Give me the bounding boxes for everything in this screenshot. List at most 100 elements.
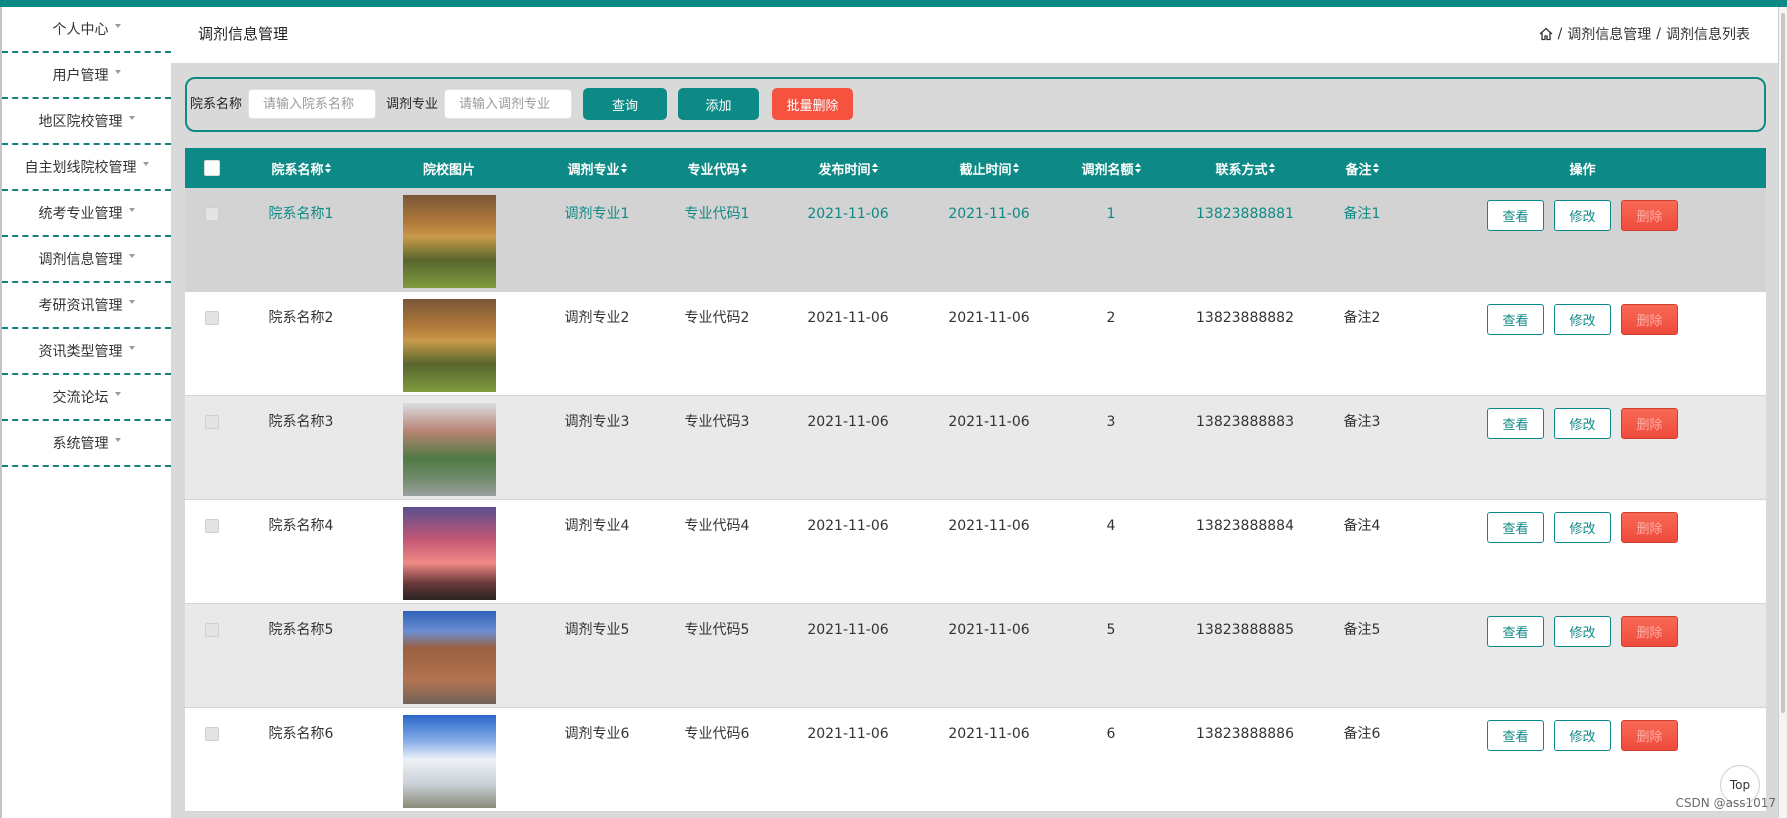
view-button[interactable]: 查看 [1487,200,1544,231]
view-button[interactable]: 查看 [1487,512,1544,543]
campus-photo [402,611,496,704]
sort-icon[interactable] [871,163,878,173]
cell-contact: 13823888886 [1196,726,1294,742]
row-checkbox[interactable] [205,415,219,429]
view-button[interactable]: 查看 [1487,408,1544,439]
cell-publish-date: 2021-11-06 [807,310,889,326]
caret-down-icon [114,70,121,74]
delete-button[interactable]: 删除 [1621,720,1678,751]
table-row[interactable]: 院系名称5 调剂专业5 专业代码5 2021-11-06 2021-11-06 … [185,604,1766,708]
photo-cell [363,396,535,499]
edit-button[interactable]: 修改 [1554,616,1611,647]
column-header-college-name[interactable]: 院系名称 [239,148,363,188]
cell-publish-date: 2021-11-06 [807,206,889,222]
cell-remark: 备注5 [1343,622,1381,638]
sidebar-item-unified-exam-major-management[interactable]: 统考专业管理 [2,191,171,237]
caret-down-icon [128,254,135,258]
cell-contact: 13823888885 [1196,622,1294,638]
sort-icon[interactable] [620,163,627,173]
edit-button[interactable]: 修改 [1554,512,1611,543]
table-row[interactable]: 院系名称4 调剂专业4 专业代码4 2021-11-06 2021-11-06 … [185,500,1766,604]
sidebar-item-system-management[interactable]: 系统管理 [2,421,171,467]
view-button[interactable]: 查看 [1487,304,1544,335]
edit-button[interactable]: 修改 [1554,304,1611,335]
sidebar-item-user-management[interactable]: 用户管理 [2,53,171,99]
row-checkbox[interactable] [205,727,219,741]
cell-remark: 备注1 [1343,206,1381,222]
breadcrumb-item-current: 调剂信息列表 [1666,27,1750,43]
table-row[interactable]: 院系名称3 调剂专业3 专业代码3 2021-11-06 2021-11-06 … [185,396,1766,500]
row-checkbox[interactable] [205,207,219,221]
sort-icon[interactable] [740,163,747,173]
column-header-deadline[interactable]: 截止时间 [921,148,1057,188]
sidebar-item-forum[interactable]: 交流论坛 [2,375,171,421]
view-button[interactable]: 查看 [1487,720,1544,751]
select-all-checkbox[interactable] [204,160,220,176]
sort-icon[interactable] [1372,163,1379,173]
cell-college-name: 院系名称1 [268,206,334,222]
column-header-remark[interactable]: 备注 [1325,148,1399,188]
batch-delete-button[interactable]: 批量删除 [772,88,853,120]
photo-cell [363,708,535,811]
edit-button[interactable]: 修改 [1554,200,1611,231]
column-header-quota[interactable]: 调剂名额 [1057,148,1165,188]
view-button[interactable]: 查看 [1487,616,1544,647]
column-header-publish-date[interactable]: 发布时间 [775,148,921,188]
cell-major: 调剂专业6 [564,726,630,742]
edit-button[interactable]: 修改 [1554,720,1611,751]
cell-major: 调剂专业2 [564,310,630,326]
cell-deadline: 2021-11-06 [948,414,1030,430]
delete-button[interactable]: 删除 [1621,512,1678,543]
column-header-contact[interactable]: 联系方式 [1165,148,1325,188]
table-row[interactable]: 院系名称2 调剂专业2 专业代码2 2021-11-06 2021-11-06 … [185,292,1766,396]
table-header: 院系名称 院校图片 调剂专业 专业代码 发布时间 截止时间 调剂名额 联系方式 … [185,148,1766,188]
row-checkbox[interactable] [205,311,219,325]
sort-icon[interactable] [1012,163,1019,173]
sort-icon[interactable] [1268,163,1275,173]
vertical-scrollbar[interactable] [1778,7,1787,818]
column-header-photo: 院校图片 [363,148,535,188]
delete-button[interactable]: 删除 [1621,304,1678,335]
edit-button[interactable]: 修改 [1554,408,1611,439]
breadcrumb-item[interactable]: 调剂信息管理 [1567,24,1651,44]
cell-contact: 13823888884 [1196,518,1294,534]
checkbox-cell [185,604,239,707]
add-button[interactable]: 添加 [678,88,759,120]
sidebar-item-label: 统考专业管理 [38,206,123,222]
cell-quota: 6 [1106,726,1116,742]
cell-college-name: 院系名称2 [268,310,334,326]
home-icon[interactable] [1539,27,1553,41]
delete-button[interactable]: 删除 [1621,616,1678,647]
table-row[interactable]: 院系名称6 调剂专业6 专业代码6 2021-11-06 2021-11-06 … [185,708,1766,812]
sidebar-item-news-management[interactable]: 考研资讯管理 [2,283,171,329]
sidebar-item-adjustment-info-management[interactable]: 调剂信息管理 [2,237,171,283]
column-header-major-code[interactable]: 专业代码 [659,148,775,188]
sidebar-item-news-type-management[interactable]: 资讯类型管理 [2,329,171,375]
sidebar-item-personal-center[interactable]: 个人中心 [2,7,171,53]
sort-icon[interactable] [1134,163,1141,173]
sidebar-item-region-school-management[interactable]: 地区院校管理 [2,99,171,145]
delete-button[interactable]: 删除 [1621,408,1678,439]
column-header-label: 调剂名额 [1081,162,1134,178]
cell-quota: 4 [1106,518,1116,534]
column-header-label: 备注 [1345,162,1372,178]
row-checkbox[interactable] [205,623,219,637]
column-header-actions: 操作 [1399,148,1766,188]
scrollbar-thumb[interactable] [1781,13,1785,713]
sidebar-item-self-line-school-management[interactable]: 自主划线院校管理 [2,145,171,191]
college-name-label: 院系名称 [190,97,243,112]
college-name-input[interactable] [248,89,376,119]
sort-icon[interactable] [324,163,331,173]
cell-major-code: 专业代码2 [684,310,750,326]
table-row[interactable]: 院系名称1 调剂专业1 专业代码1 2021-11-06 2021-11-06 … [185,188,1766,292]
query-button[interactable]: 查询 [583,88,667,120]
sidebar-item-label: 考研资讯管理 [38,298,123,314]
cell-remark: 备注2 [1343,310,1381,326]
campus-photo [402,403,496,496]
sidebar-item-label: 交流论坛 [52,390,109,406]
major-input[interactable] [444,89,572,119]
row-checkbox[interactable] [205,519,219,533]
column-header-major[interactable]: 调剂专业 [535,148,659,188]
delete-button[interactable]: 删除 [1621,200,1678,231]
cell-remark: 备注3 [1343,414,1381,430]
